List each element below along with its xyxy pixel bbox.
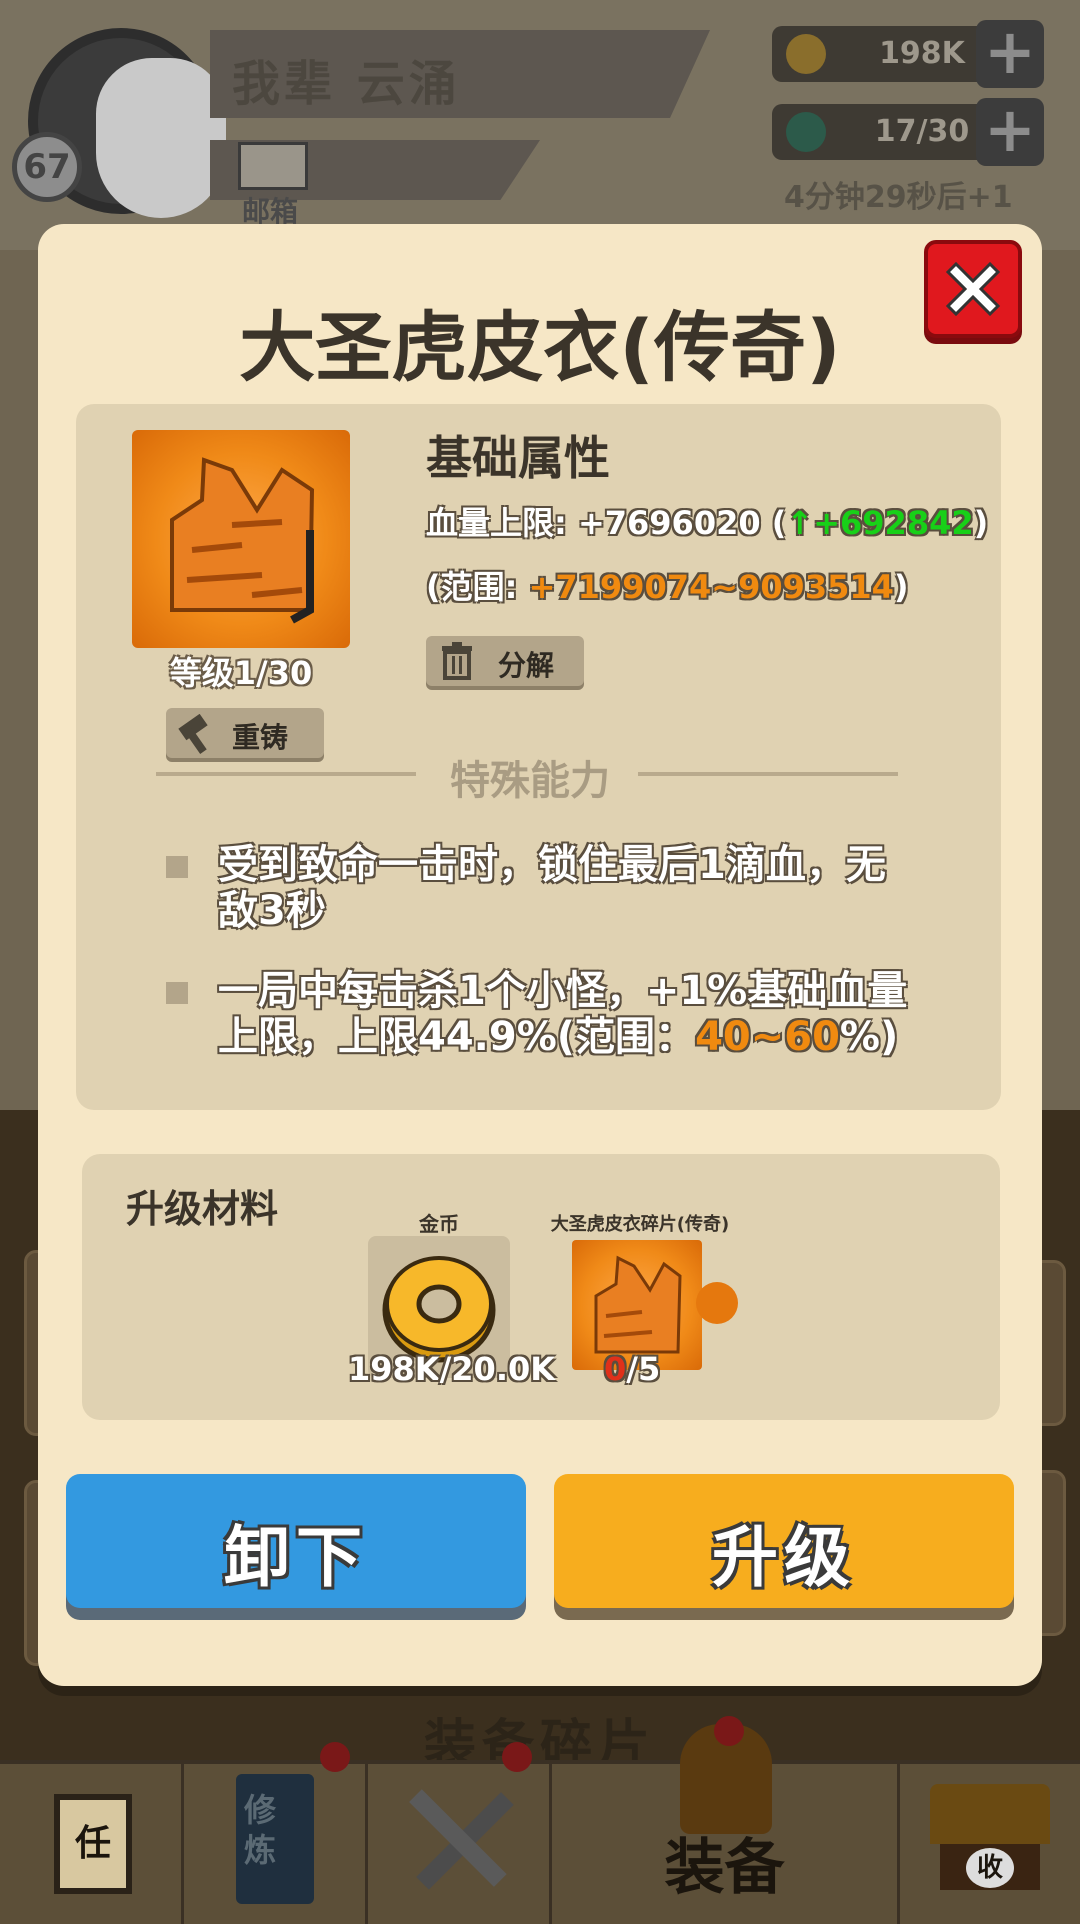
- energy-icon: [786, 112, 826, 152]
- base-attributes-title: 基础属性: [426, 431, 610, 485]
- ability-range-value: 40~60: [695, 1014, 840, 1060]
- tab-quest[interactable]: 任: [0, 1764, 184, 1924]
- coin-count-separator: /: [439, 1350, 452, 1388]
- avatar-face-icon: [96, 58, 226, 218]
- materials-title: 升级材料: [126, 1187, 279, 1231]
- hp-stat-value: 血量上限: +7696020 (: [426, 504, 787, 542]
- tiger-skin-vest-icon: [132, 430, 350, 648]
- coin-material-label: 金币: [419, 1212, 459, 1236]
- coin-amount: 198K: [879, 36, 965, 71]
- shop-icon: [930, 1784, 1050, 1844]
- hp-stat-line: 血量上限: +7696020 (↑+692842): [426, 498, 988, 544]
- unequip-button[interactable]: 卸下: [66, 1474, 526, 1608]
- fragment-material-count: 0/5: [604, 1350, 660, 1388]
- coin-icon: [786, 34, 826, 74]
- player-level-badge: 67: [12, 132, 82, 202]
- mail-icon[interactable]: [238, 142, 308, 190]
- vest-graphic: [170, 457, 315, 624]
- tab-training[interactable]: 修炼: [184, 1742, 368, 1924]
- tab-quest-label: 任: [74, 1823, 111, 1864]
- item-level: 等级1/30: [169, 654, 313, 692]
- decompose-button[interactable]: 分解: [426, 636, 584, 686]
- add-coins-button[interactable]: +: [976, 20, 1044, 88]
- fragment-material-label: 大圣虎皮衣碎片(传奇): [550, 1214, 730, 1235]
- coin-need: 20.0K: [451, 1350, 556, 1388]
- divider-left: [156, 772, 416, 776]
- fragment-have: 0: [604, 1350, 627, 1388]
- hp-range-line: (范围: +7199074~9093514): [426, 562, 909, 608]
- ability-bullet: [166, 856, 188, 878]
- energy-amount: 17/30: [874, 114, 970, 149]
- fragment-need: 5: [637, 1350, 661, 1388]
- energy-counter: 17/30 +: [772, 98, 1044, 166]
- tab-shop[interactable]: 收: [900, 1764, 1080, 1924]
- coin-material-count: 198K/20.0K: [348, 1350, 555, 1388]
- ability-text-tail: %): [839, 1014, 899, 1060]
- ability-text: 受到致命一击时，锁住最后1滴血，无敌3秒: [218, 842, 886, 934]
- ability-bullet: [166, 982, 188, 1004]
- notification-dot: [320, 1742, 350, 1772]
- range-prefix: (范围:: [426, 568, 529, 606]
- crossed-swords-icon: [409, 1789, 514, 1890]
- add-energy-button[interactable]: +: [976, 98, 1044, 166]
- special-ability-title: 特殊能力: [450, 758, 610, 804]
- coin-counter: 198K +: [772, 20, 1044, 88]
- divider-right: [638, 772, 898, 776]
- tab-shop-label: 收: [966, 1848, 1014, 1888]
- bottom-nav: 任 修炼 装备 收: [0, 1716, 1080, 1924]
- recast-button[interactable]: 重铸: [166, 708, 324, 758]
- upgrade-label: 升级: [712, 1519, 856, 1596]
- energy-timer: 4分钟29秒后+1: [784, 180, 1013, 215]
- tab-equipment-label: 装备: [664, 1833, 785, 1903]
- ability-text: 一局中每击杀1个小怪，+1%基础血量上限，上限44.9%(范围：40~60%): [218, 968, 918, 1060]
- hp-stat-suffix: ): [973, 504, 989, 542]
- tab-training-label: 修炼: [244, 1791, 277, 1869]
- notification-dot: [502, 1742, 532, 1772]
- range-suffix: ): [893, 568, 909, 606]
- hp-stat-delta: +692842: [813, 504, 974, 542]
- player-name: 我辈 云涌: [232, 56, 461, 112]
- fragment-count-separator: /: [626, 1350, 638, 1388]
- fragment-puzzle-knob: [696, 1282, 738, 1324]
- unequip-label: 卸下: [224, 1519, 368, 1596]
- item-title: 大圣虎皮衣(传奇): [239, 303, 841, 392]
- decompose-label: 分解: [498, 649, 555, 682]
- hp-range-value: +7199074~9093514: [528, 568, 894, 606]
- notification-dot: [714, 1716, 744, 1746]
- recast-label: 重铸: [232, 721, 289, 754]
- stat-up-arrow-icon: ↑: [786, 504, 814, 542]
- upgrade-button[interactable]: 升级: [554, 1474, 1014, 1608]
- coin-have: 198K: [348, 1350, 440, 1388]
- trash-icon: [442, 642, 472, 680]
- tab-equipment[interactable]: 装备: [552, 1716, 900, 1924]
- hammer-icon: [178, 714, 208, 754]
- tab-battle[interactable]: [368, 1742, 552, 1924]
